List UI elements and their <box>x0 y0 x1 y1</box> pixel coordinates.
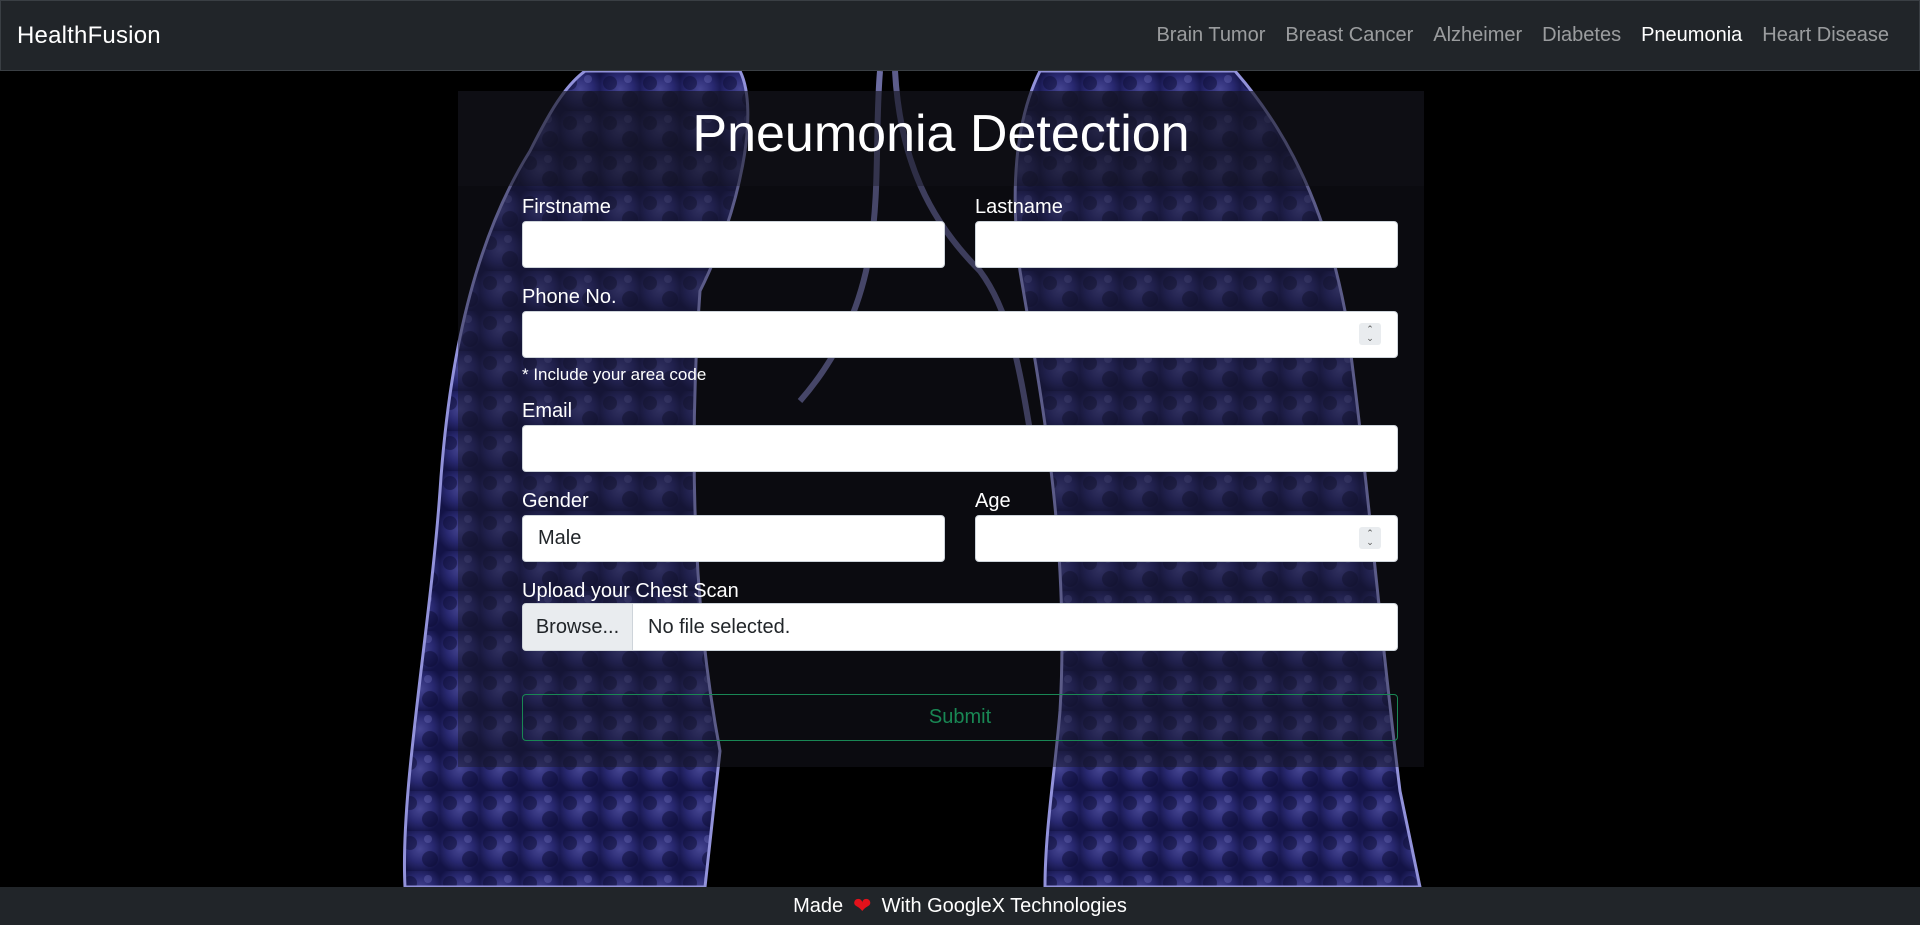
nav-link-heart-disease[interactable]: Heart Disease <box>1752 24 1899 47</box>
upload-label: Upload your Chest Scan <box>522 580 739 602</box>
footer-made-text: Made <box>793 894 844 917</box>
firstname-input[interactable] <box>522 221 945 268</box>
phone-spinner-icon[interactable]: ⌃ ⌄ <box>1359 323 1381 345</box>
file-upload-input[interactable]: Browse... No file selected. <box>522 603 1398 651</box>
nav-link-brain-tumor[interactable]: Brain Tumor <box>1146 24 1275 47</box>
gender-label: Gender <box>522 490 589 512</box>
browse-button[interactable]: Browse... <box>523 604 633 650</box>
nav-link-alzheimer[interactable]: Alzheimer <box>1423 24 1532 47</box>
firstname-label: Firstname <box>522 196 611 218</box>
phone-label: Phone No. <box>522 286 617 308</box>
gender-select[interactable]: Male <box>522 515 945 562</box>
footer-with-text: With GoogleX Technologies <box>881 894 1127 917</box>
footer: Made ❤ With GoogleX Technologies <box>0 887 1920 925</box>
nav-link-pneumonia[interactable]: Pneumonia <box>1631 24 1752 47</box>
gender-selected-value: Male <box>538 527 582 549</box>
navbar: HealthFusion Brain Tumor Breast Cancer A… <box>0 0 1920 71</box>
nav-link-diabetes[interactable]: Diabetes <box>1532 24 1631 47</box>
submit-button[interactable]: Submit <box>522 694 1398 741</box>
email-label: Email <box>522 400 573 422</box>
email-input[interactable] <box>522 425 1398 472</box>
age-spinner-icon[interactable]: ⌃ ⌄ <box>1359 527 1381 549</box>
page-title: Pneumonia Detection <box>692 105 1190 163</box>
phone-input[interactable] <box>522 311 1398 358</box>
lastname-label: Lastname <box>975 196 1063 218</box>
lastname-input[interactable] <box>975 221 1398 268</box>
age-input[interactable] <box>975 515 1398 562</box>
heart-icon: ❤ <box>853 893 872 918</box>
brand-logo[interactable]: HealthFusion <box>17 22 161 50</box>
age-label: Age <box>975 490 1011 512</box>
nav-link-breast-cancer[interactable]: Breast Cancer <box>1275 24 1423 47</box>
phone-help-text: * Include your area code <box>522 365 707 384</box>
file-status-text: No file selected. <box>648 615 791 638</box>
nav-links: Brain Tumor Breast Cancer Alzheimer Diab… <box>1146 24 1899 47</box>
